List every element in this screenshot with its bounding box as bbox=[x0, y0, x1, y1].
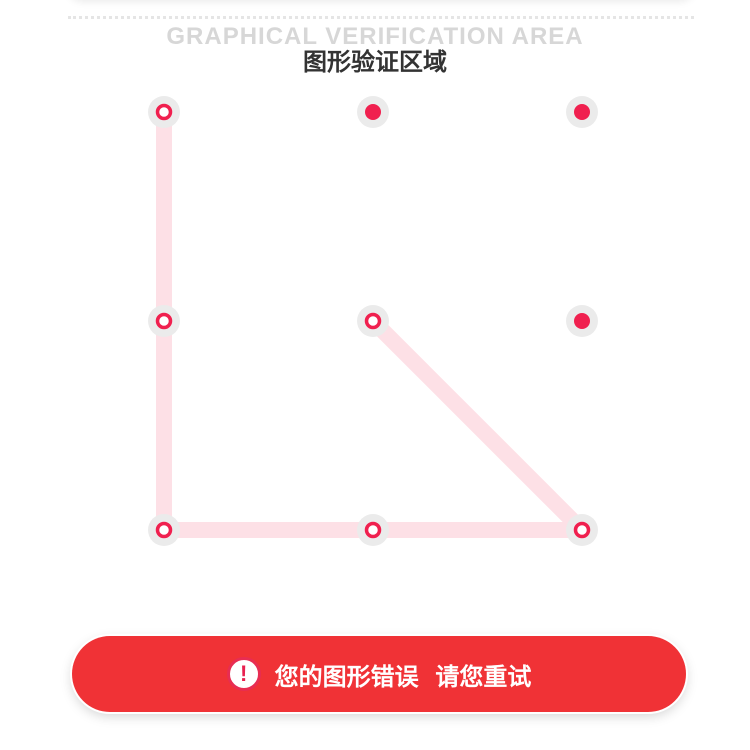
pattern-node-1-0[interactable] bbox=[148, 305, 180, 337]
error-toast: ! 您的图形错误 请您重试 bbox=[72, 636, 686, 712]
pattern-node-2-1[interactable] bbox=[357, 514, 389, 546]
pattern-node-dot bbox=[155, 103, 173, 121]
exclamation-icon: ! bbox=[226, 657, 261, 691]
pattern-node-0-0[interactable] bbox=[148, 96, 180, 128]
pattern-node-0-1[interactable] bbox=[357, 96, 389, 128]
pattern-path-segment bbox=[365, 313, 590, 538]
pattern-node-dot bbox=[574, 104, 590, 120]
pattern-verification-screen: GRAPHICAL VERIFICATION AREA 图形验证区域 ! 您的图… bbox=[0, 0, 750, 750]
pattern-node-dot bbox=[365, 104, 381, 120]
pattern-node-1-1[interactable] bbox=[357, 305, 389, 337]
pattern-node-2-0[interactable] bbox=[148, 514, 180, 546]
pattern-node-2-2[interactable] bbox=[566, 514, 598, 546]
pattern-node-dot bbox=[155, 521, 173, 539]
pattern-node-1-2[interactable] bbox=[566, 305, 598, 337]
error-message: 您的图形错误 请您重试 bbox=[274, 662, 532, 691]
pattern-node-dot bbox=[364, 521, 382, 539]
pattern-node-dot bbox=[364, 312, 382, 330]
pattern-node-0-2[interactable] bbox=[566, 96, 598, 128]
pattern-node-dot bbox=[574, 313, 590, 329]
pattern-node-dot bbox=[573, 521, 591, 539]
pattern-node-dot bbox=[155, 312, 173, 330]
